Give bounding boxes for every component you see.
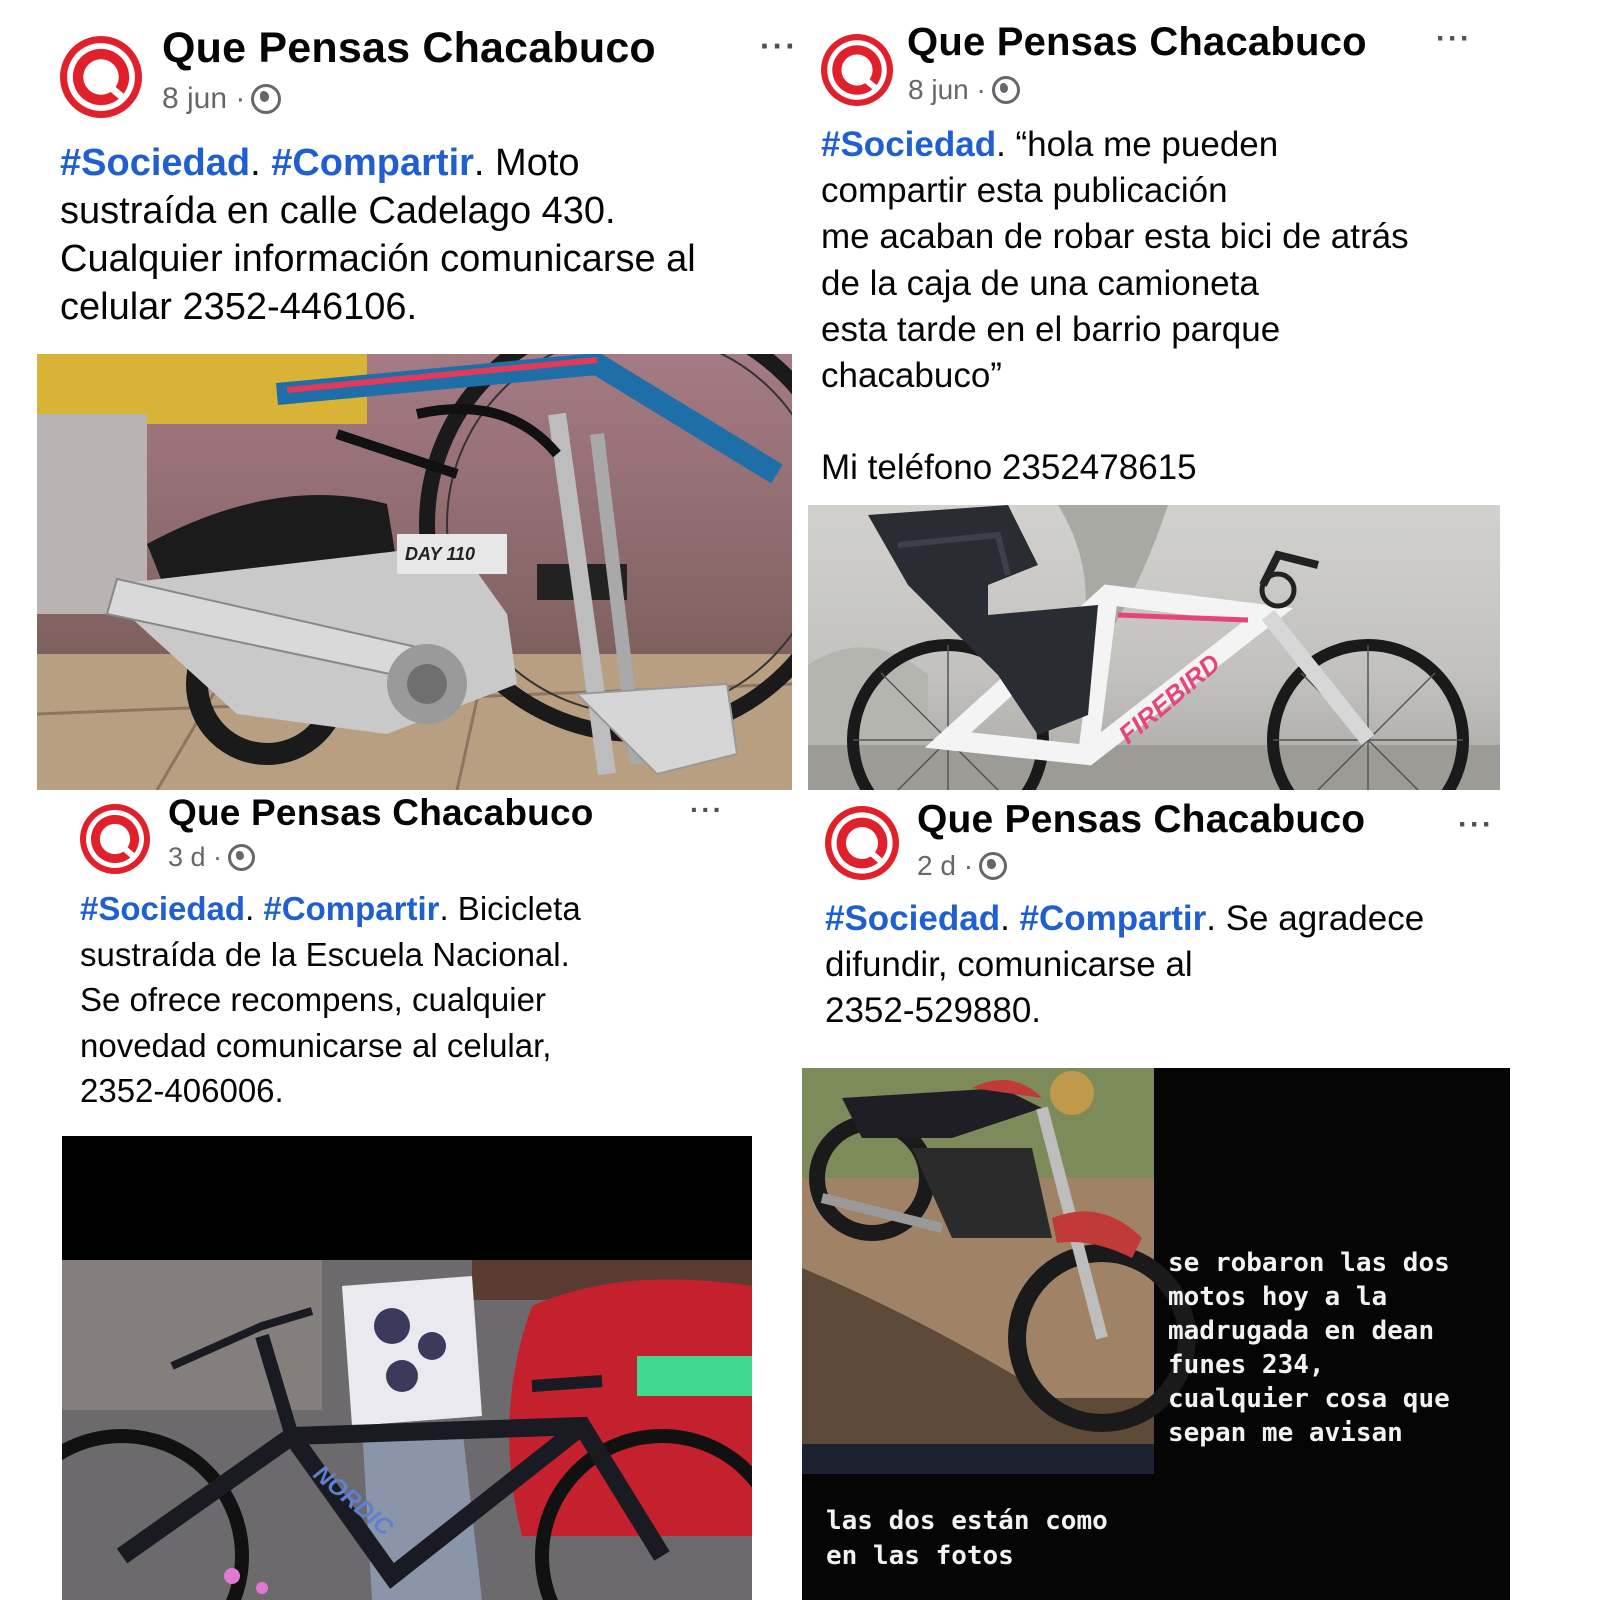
text-line: chacabuco”: [821, 355, 1002, 395]
overlay-caption: se robaron las dos motos hoy a la madrug…: [1168, 1246, 1450, 1450]
overlay-line: las dos están como: [826, 1506, 1108, 1536]
bicycle-illustration: NORDIC: [62, 1260, 752, 1600]
post-text: #Sociedad. “hola me pueden compartir est…: [821, 122, 1409, 491]
post-text: #Sociedad. #Compartir. Se agradece difun…: [825, 896, 1424, 1035]
page-name[interactable]: Que Pensas Chacabuco: [917, 798, 1365, 842]
text-line: esta tarde en el barrio parque: [821, 309, 1281, 349]
bike-brand-text: DAY 110: [405, 544, 475, 564]
page-name[interactable]: Que Pensas Chacabuco: [907, 20, 1367, 65]
hashtag-sociedad[interactable]: #Sociedad: [821, 125, 996, 164]
post-date[interactable]: 8 jun ·: [162, 82, 245, 116]
bicycle-photo[interactable]: FIREBIRD: [808, 505, 1500, 790]
overlay-line: funes 234,: [1168, 1350, 1325, 1381]
post-bici-camioneta: Que Pensas Chacabuco 8 jun · ··· #Socied…: [800, 0, 1600, 790]
hashtag-compartir[interactable]: #Compartir: [271, 142, 474, 184]
hashtag-sociedad[interactable]: #Sociedad: [825, 899, 1000, 938]
post-date[interactable]: 8 jun ·: [908, 74, 986, 106]
globe-icon: [991, 76, 1020, 104]
overlay-caption-bottom: las dos están como en las fotos: [826, 1504, 1108, 1575]
post-moto-cadelago: Que Pensas Chacabuco 8 jun · ··· #Socied…: [0, 0, 796, 790]
motorcycle-photo[interactable]: se robaron las dos motos hoy a la madrug…: [802, 1068, 1510, 1600]
bicycle-photo[interactable]: NORDIC: [62, 1136, 752, 1600]
post-meta: 8 jun ·: [162, 82, 282, 116]
motorcycle-photo[interactable]: DAY 110: [37, 354, 792, 790]
text-line: . “hola me pueden: [996, 125, 1279, 164]
text-line: novedad comunicarse al celular,: [80, 1026, 552, 1064]
text-line: . Bicicleta: [439, 890, 581, 927]
more-options-icon[interactable]: ···: [760, 28, 798, 65]
post-motos-dean-funes: Que Pensas Chacabuco 2 d · ··· #Sociedad…: [800, 790, 1600, 1600]
text-line: 2352-406006.: [80, 1072, 284, 1110]
post-date[interactable]: 3 d ·: [168, 842, 222, 873]
page-avatar-logo[interactable]: [821, 34, 893, 106]
text-line: [821, 399, 1409, 445]
text-line: . Moto: [473, 142, 580, 184]
post-bici-escuela: Que Pensas Chacabuco 3 d · ··· #Sociedad…: [0, 790, 790, 1600]
globe-icon: [228, 844, 256, 871]
page-name[interactable]: Que Pensas Chacabuco: [168, 792, 594, 834]
text-line: me acaban de robar esta bici de atrás: [821, 217, 1409, 257]
post-meta: 2 d ·: [917, 850, 1008, 882]
overlay-line: cualquier cosa que: [1168, 1384, 1450, 1415]
post-text: #Sociedad. #Compartir. Bicicleta sustraí…: [80, 886, 581, 1114]
page-avatar-logo[interactable]: [80, 804, 150, 874]
more-options-icon[interactable]: ···: [1436, 22, 1472, 56]
hashtag-compartir[interactable]: #Compartir: [1020, 899, 1207, 938]
text-line: Mi teléfono 2352478615: [821, 448, 1197, 488]
bike-brand-text: FIREBIRD: [1113, 648, 1227, 750]
more-options-icon[interactable]: ···: [1458, 808, 1494, 842]
page-name[interactable]: Que Pensas Chacabuco: [162, 24, 656, 73]
post-date[interactable]: 2 d ·: [917, 850, 973, 882]
more-options-icon[interactable]: ···: [690, 794, 724, 826]
post-meta: 3 d ·: [168, 842, 256, 873]
text-line: . Se agradece: [1206, 899, 1425, 938]
text-line: celular 2352-446106.: [60, 285, 418, 328]
text-line: difundir, comunicarse al: [825, 945, 1193, 985]
text-line: Cualquier información comunicarse al: [60, 237, 696, 280]
globe-icon: [979, 852, 1008, 880]
text-line: compartir esta publicación: [821, 171, 1228, 211]
text-line: sustraída de la Escuela Nacional.: [80, 935, 570, 973]
overlay-line: sepan me avisan: [1168, 1418, 1403, 1449]
globe-icon: [251, 84, 282, 114]
motorcycle-illustration: DAY 110: [37, 354, 792, 790]
page-avatar-logo[interactable]: [60, 36, 142, 118]
page-avatar-logo[interactable]: [825, 806, 899, 880]
overlay-line: se robaron las dos: [1168, 1248, 1450, 1278]
post-meta: 8 jun ·: [908, 74, 1020, 106]
overlay-line: madrugada en dean: [1168, 1316, 1435, 1347]
overlay-line: motos hoy a la: [1168, 1282, 1388, 1313]
text-line: sustraída en calle Cadelago 430.: [60, 189, 616, 232]
text-line: de la caja de una camioneta: [821, 263, 1259, 303]
hashtag-compartir[interactable]: #Compartir: [263, 890, 439, 927]
post-text: #Sociedad. #Compartir. Moto sustraída en…: [60, 140, 696, 332]
text-line: Se ofrece recompens, cualquier: [80, 981, 546, 1019]
hashtag-sociedad[interactable]: #Sociedad: [80, 890, 245, 927]
overlay-line: en las fotos: [826, 1541, 1014, 1572]
bicycle-illustration: FIREBIRD: [808, 505, 1500, 790]
hashtag-sociedad[interactable]: #Sociedad: [60, 142, 250, 184]
text-line: 2352-529880.: [825, 991, 1042, 1031]
